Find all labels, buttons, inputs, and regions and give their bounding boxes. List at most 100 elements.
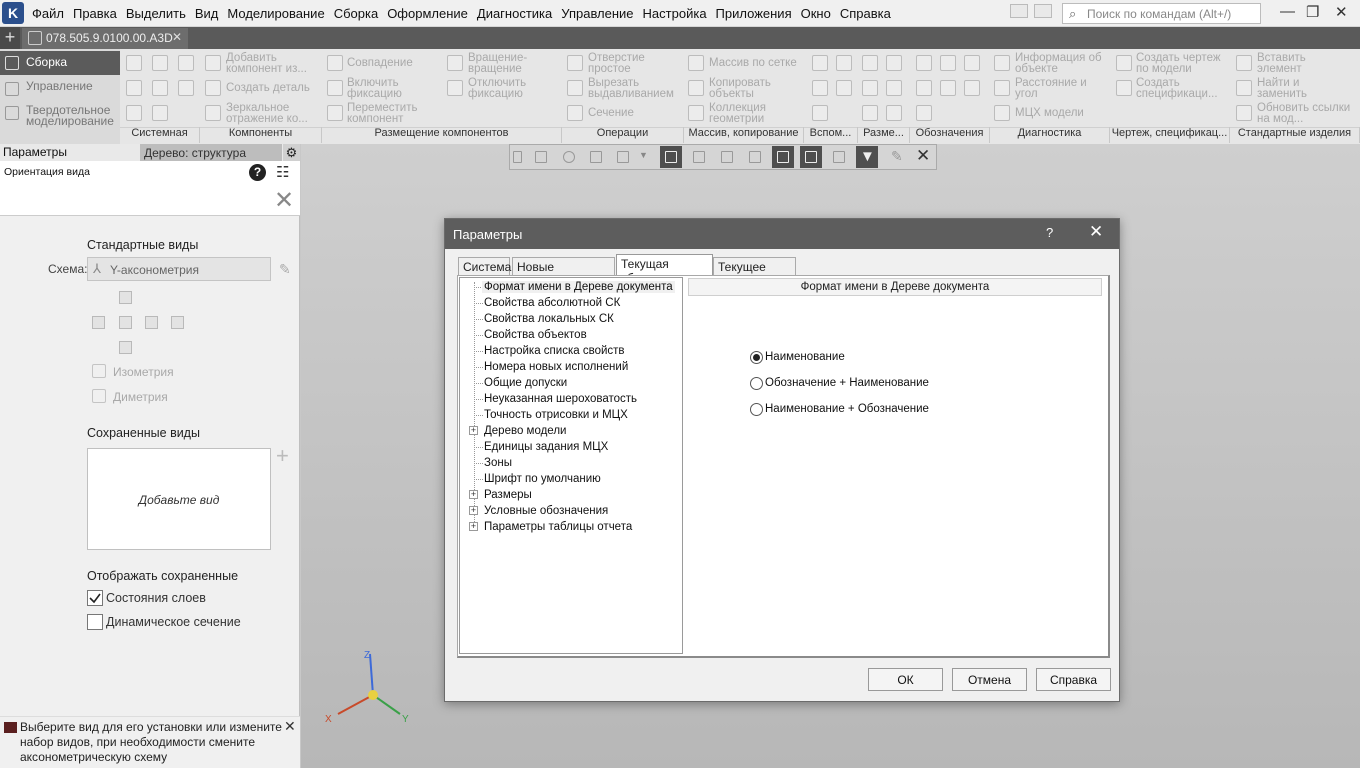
group-aux[interactable]: Вспом... bbox=[804, 127, 858, 143]
weld-icon[interactable] bbox=[964, 55, 980, 71]
show-objects-icon[interactable] bbox=[800, 146, 822, 168]
rotation-button[interactable]: Вращение-вращение bbox=[468, 52, 558, 75]
group-arrays[interactable]: Массив, копирование bbox=[684, 127, 804, 143]
new-document-icon[interactable]: + bbox=[0, 27, 20, 49]
menu-edit[interactable]: Правка bbox=[73, 6, 117, 21]
tree-structure-tab[interactable]: Дерево: структура bbox=[140, 144, 282, 161]
view-top-icon[interactable] bbox=[119, 291, 132, 304]
tree-item-default-font[interactable]: Шрифт по умолчанию bbox=[484, 473, 601, 485]
aux-line-icon[interactable] bbox=[812, 80, 828, 96]
create-part-button[interactable]: Создать деталь bbox=[226, 82, 318, 94]
tab-current-window[interactable]: Текущее окно bbox=[713, 257, 796, 288]
group-system[interactable]: Системная bbox=[120, 127, 200, 143]
create-spec-button[interactable]: Создать спецификаци... bbox=[1136, 77, 1228, 100]
close-hint-icon[interactable]: ✕ bbox=[284, 718, 296, 735]
layers-checkbox-label[interactable]: Состояния слоев bbox=[106, 591, 206, 605]
tree-item-abs-cs[interactable]: Свойства абсолютной СК bbox=[484, 297, 620, 309]
radio-name[interactable] bbox=[750, 351, 763, 364]
save-icon[interactable] bbox=[178, 55, 194, 71]
pan-icon[interactable] bbox=[585, 146, 607, 168]
radial-dim-icon[interactable] bbox=[862, 80, 878, 96]
saved-views-list[interactable]: Добавьте вид bbox=[87, 448, 271, 550]
simple-hole-button[interactable]: Отверстие простое bbox=[588, 52, 680, 75]
tree-item-roughness[interactable]: Неуказанная шероховатость bbox=[484, 393, 637, 405]
group-placement[interactable]: Размещение компонентов bbox=[322, 127, 562, 143]
distance-angle-button[interactable]: Расстояние и угол bbox=[1015, 77, 1110, 100]
enable-fix-button[interactable]: Включить фиксацию bbox=[347, 77, 442, 100]
aux-cs-icon[interactable] bbox=[812, 105, 828, 121]
view-left-icon[interactable] bbox=[92, 316, 105, 329]
close-tab-icon[interactable]: ✕ bbox=[172, 30, 182, 44]
layers-checkbox[interactable] bbox=[87, 590, 103, 606]
disable-fix-button[interactable]: Отключить фиксацию bbox=[468, 77, 558, 100]
command-search-input[interactable]: ⌕ Поиск по командам (Alt+/) bbox=[1062, 3, 1261, 24]
rotate-dropdown-icon[interactable]: ▼ bbox=[636, 146, 650, 168]
wireframe-icon[interactable] bbox=[688, 146, 710, 168]
refresh-links-button[interactable]: Обновить ссылки на мод... bbox=[1257, 102, 1352, 125]
view-right-icon[interactable] bbox=[145, 316, 158, 329]
tree-item-model-tree[interactable]: Дерево модели bbox=[484, 425, 566, 437]
angle-dim-icon[interactable] bbox=[886, 55, 902, 71]
close-panel-icon[interactable]: ✕ bbox=[274, 189, 294, 213]
panel-icon[interactable] bbox=[1034, 4, 1052, 18]
toolbar-grip-icon[interactable] bbox=[510, 146, 526, 168]
tab-system[interactable]: Система bbox=[458, 257, 511, 275]
aux-axis-icon[interactable] bbox=[836, 55, 852, 71]
radio-designation-name-label[interactable]: Обозначение + Наименование bbox=[765, 377, 929, 389]
mark-icon[interactable] bbox=[964, 80, 980, 96]
expand-icon[interactable]: + bbox=[469, 522, 478, 531]
text-icon[interactable] bbox=[916, 105, 932, 121]
table-dim-icon[interactable] bbox=[862, 105, 878, 121]
section-view-icon[interactable] bbox=[744, 146, 766, 168]
document-tab[interactable]: 078.505.9.0100.00.A3D ✕ bbox=[22, 28, 188, 49]
menu-view[interactable]: Вид bbox=[195, 6, 219, 21]
menu-modeling[interactable]: Моделирование bbox=[227, 6, 324, 21]
rotate-icon[interactable] bbox=[612, 146, 634, 168]
add-view-icon[interactable]: + bbox=[276, 444, 289, 468]
menu-drafting[interactable]: Оформление bbox=[387, 6, 468, 21]
copy-icon[interactable] bbox=[152, 80, 168, 96]
tree-item-zones[interactable]: Зоны bbox=[484, 457, 512, 469]
mass-props-button[interactable]: МЦХ модели bbox=[1015, 107, 1110, 119]
tree-item-name-format[interactable]: Формат имени в Дереве документа bbox=[482, 281, 675, 293]
new-doc-icon[interactable] bbox=[126, 55, 142, 71]
menu-select[interactable]: Выделить bbox=[126, 6, 186, 21]
expand-icon[interactable]: + bbox=[469, 490, 478, 499]
add-component-button[interactable]: Добавить компонент из... bbox=[226, 52, 318, 75]
mirror-button[interactable]: Зеркальное отражение ко... bbox=[226, 102, 318, 125]
roughness-icon[interactable] bbox=[940, 55, 956, 71]
expand-icon[interactable]: + bbox=[469, 426, 478, 435]
restore-icon[interactable]: ❐ bbox=[1306, 3, 1319, 21]
dimetry-option[interactable]: Диметрия bbox=[113, 390, 168, 404]
help-icon[interactable]: ? bbox=[249, 164, 266, 181]
help-button[interactable]: Справка bbox=[1036, 668, 1111, 691]
redo-icon[interactable] bbox=[152, 105, 168, 121]
diameter-dim-icon[interactable] bbox=[886, 80, 902, 96]
print-icon[interactable] bbox=[126, 80, 142, 96]
schema-select[interactable]: ⅄ Y-аксонометрия bbox=[87, 257, 271, 281]
show-axes-icon[interactable] bbox=[772, 146, 794, 168]
tree-item-mass-units[interactable]: Единицы задания МЦХ bbox=[484, 441, 608, 453]
leader-icon[interactable] bbox=[916, 55, 932, 71]
menu-file[interactable]: Файл bbox=[32, 6, 64, 21]
nav-solid-modeling[interactable]: Твердотельное моделирование bbox=[0, 101, 120, 127]
move-component-button[interactable]: Переместить компонент bbox=[347, 102, 442, 125]
dialog-close-icon[interactable]: ✕ bbox=[1089, 222, 1103, 242]
create-drawing-button[interactable]: Создать чертеж по модели bbox=[1136, 52, 1228, 75]
copy-objects-button[interactable]: Копировать объекты bbox=[709, 77, 804, 100]
extrude-cut-button[interactable]: Вырезать выдавливанием bbox=[588, 77, 680, 100]
menu-settings[interactable]: Настройка bbox=[643, 6, 707, 21]
pencil-icon[interactable]: ✎ bbox=[886, 146, 908, 168]
tree-item-precision[interactable]: Точность отрисовки и МЦХ bbox=[484, 409, 628, 421]
open-icon[interactable] bbox=[152, 55, 168, 71]
tree-item-symbols[interactable]: Условные обозначения bbox=[484, 505, 608, 517]
tree-item-props-list[interactable]: Настройка списка свойств bbox=[484, 345, 625, 357]
group-diagnostics[interactable]: Диагностика bbox=[990, 127, 1110, 143]
cancel-command-icon[interactable]: ✕ bbox=[912, 146, 934, 168]
layers-icon[interactable] bbox=[828, 146, 850, 168]
tab-new-documents[interactable]: Новые документы bbox=[512, 257, 615, 288]
cancel-button[interactable]: Отмена bbox=[952, 668, 1027, 691]
expand-icon[interactable]: + bbox=[469, 506, 478, 515]
view-orient-icon[interactable] bbox=[530, 146, 552, 168]
view-bottom-icon[interactable] bbox=[119, 341, 132, 354]
